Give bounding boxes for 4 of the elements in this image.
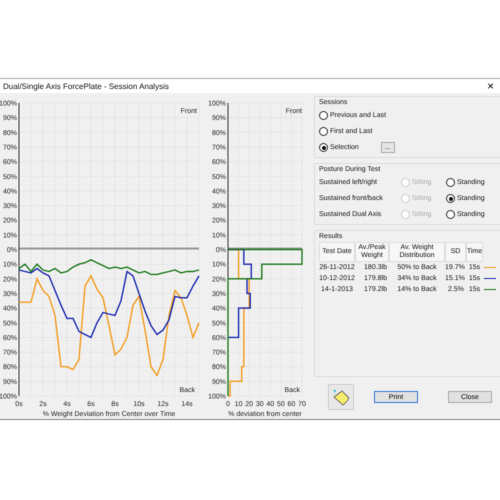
close-button[interactable]: × — [480, 79, 500, 93]
window-title: Dual/Single Axis ForcePlate - Session Analysis — [3, 82, 169, 90]
note-icon — [331, 387, 351, 407]
note-button[interactable] — [328, 384, 354, 410]
